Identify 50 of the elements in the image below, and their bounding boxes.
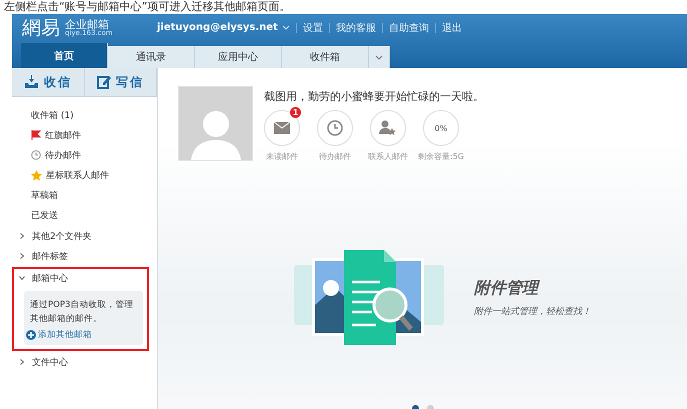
logo-subtitle: 企业邮箱 bbox=[65, 18, 109, 30]
action-button[interactable]: 收信 bbox=[12, 68, 84, 96]
download-icon bbox=[24, 75, 39, 89]
logo-text: 網易 bbox=[22, 16, 60, 41]
nav-tab[interactable]: 首页 bbox=[21, 43, 108, 68]
stat-label: 剩余容量:5G bbox=[418, 151, 464, 162]
envelope-icon bbox=[274, 122, 290, 134]
stat-button[interactable] bbox=[317, 110, 353, 146]
action-button[interactable]: 写信 bbox=[84, 68, 157, 96]
edit-icon bbox=[96, 75, 111, 89]
stat-label: 未读邮件 bbox=[266, 151, 298, 162]
folder-item[interactable]: 已发送 bbox=[12, 205, 157, 225]
folder-group[interactable]: 邮件标签 bbox=[12, 247, 157, 265]
folder-group[interactable]: 其他2个文件夹 bbox=[12, 227, 157, 245]
folder-group[interactable]: 文件中心 bbox=[12, 353, 157, 371]
header-link[interactable]: 自助查询 bbox=[388, 20, 429, 35]
greeting-text: 截图用，勤劳的小蜜蜂要开始忙碌的一天啦。 bbox=[264, 89, 484, 104]
folder-item[interactable]: 草稿箱 bbox=[12, 185, 157, 205]
folder-item[interactable]: 待办邮件 bbox=[12, 145, 157, 165]
stat-label: 联系人邮件 bbox=[368, 151, 408, 162]
feature-title: 附件管理 bbox=[474, 278, 541, 298]
header-link[interactable]: 我的客服 bbox=[336, 20, 376, 35]
nav-tab[interactable]: 应用中心 bbox=[195, 46, 282, 68]
header-link[interactable]: 退出 bbox=[442, 20, 462, 35]
stat-button[interactable]: 1 bbox=[264, 110, 300, 146]
nav-tab[interactable]: 通讯录 bbox=[108, 46, 195, 68]
header-link[interactable]: 设置 bbox=[302, 20, 323, 35]
account-menu[interactable]: jietuyong@elysys.net bbox=[157, 22, 290, 34]
unread-count-badge: 1 bbox=[290, 107, 301, 118]
folder-item[interactable]: 红旗邮件 bbox=[12, 125, 157, 145]
clock-icon bbox=[31, 150, 41, 160]
add-mailbox-link[interactable]: 添加其他邮箱 bbox=[26, 329, 137, 341]
nav-tab[interactable]: 收件箱 bbox=[282, 46, 369, 68]
stat-label: 待办邮件 bbox=[319, 151, 351, 162]
feature-subtitle: 附件一站式管理，轻松查找！ bbox=[474, 306, 591, 318]
flag-icon bbox=[31, 130, 41, 140]
stat-button[interactable] bbox=[370, 110, 406, 146]
description-text: 通过POP3自动收取，管理其他邮箱的邮件。 bbox=[30, 299, 134, 326]
chevron-down-icon bbox=[375, 54, 383, 60]
star-icon bbox=[31, 170, 42, 180]
folder-item[interactable]: 收件箱 (1) bbox=[12, 105, 157, 125]
folder-item[interactable]: 星标联系人邮件 bbox=[12, 165, 157, 185]
clock-icon bbox=[327, 120, 343, 136]
plus-icon bbox=[26, 330, 36, 340]
contact-star-icon bbox=[379, 120, 397, 136]
folder-group[interactable]: 邮箱中心 bbox=[14, 269, 147, 287]
caption-text: 左侧栏点击“账号与邮箱中心”项可进入迁移其他邮箱页面。 bbox=[3, 0, 292, 14]
person-silhouette-icon bbox=[188, 110, 242, 160]
chevron-down-icon bbox=[282, 25, 290, 30]
stat-button[interactable]: 0% bbox=[423, 110, 459, 146]
